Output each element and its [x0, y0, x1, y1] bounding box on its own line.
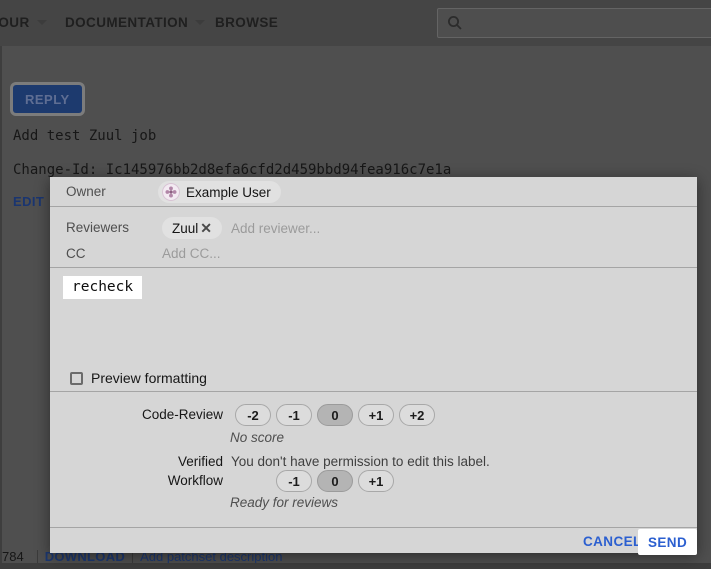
patch-number: 784 — [0, 549, 30, 564]
cancel-button[interactable]: CANCEL — [583, 534, 642, 549]
reply-dialog: Owner Example User Reviewers Zuul ✕ Add … — [50, 177, 697, 553]
avatar — [162, 183, 180, 201]
code-review-buttons: -2 -1 0 +1 +2 — [235, 404, 435, 426]
reviewer-chip: Zuul ✕ — [162, 217, 222, 239]
nav-item-documentation[interactable]: DOCUMENTATION — [65, 15, 205, 30]
vote-button-plus1[interactable]: +1 — [358, 404, 394, 426]
preview-formatting-label: Preview formatting — [91, 370, 207, 386]
preview-formatting-row: Preview formatting — [70, 370, 207, 386]
verified-label: Verified — [50, 454, 223, 469]
preview-formatting-checkbox[interactable] — [70, 372, 83, 385]
vote-button-minus1[interactable]: -1 — [276, 470, 312, 492]
remove-reviewer-icon[interactable]: ✕ — [200, 220, 212, 237]
vote-button-zero-selected[interactable]: 0 — [317, 404, 353, 426]
divider — [50, 206, 697, 207]
reply-button[interactable]: REPLY — [13, 85, 82, 113]
nav-item-documentation-label: DOCUMENTATION — [65, 15, 188, 30]
vote-button-plus2[interactable]: +2 — [399, 404, 435, 426]
workflow-label: Workflow — [50, 473, 223, 488]
divider — [50, 527, 697, 528]
top-nav-bar: YOUR DOCUMENTATION BROWSE — [0, 0, 711, 46]
vote-button-plus1[interactable]: +1 — [358, 470, 394, 492]
cc-label: CC — [66, 246, 86, 261]
search-input[interactable] — [437, 8, 711, 38]
code-review-label: Code-Review — [50, 407, 223, 422]
chevron-down-icon — [195, 20, 205, 25]
page-left-border — [0, 46, 2, 563]
verified-permission-message: You don't have permission to edit this l… — [231, 454, 490, 469]
nav-item-browse[interactable]: BROWSE — [215, 15, 278, 30]
divider — [50, 267, 697, 268]
commit-change-id: Change-Id: Ic145976bb2d8efa6cfd2d459bbd9… — [13, 162, 451, 178]
commit-subject: Add test Zuul job — [13, 128, 156, 144]
vote-button-minus2[interactable]: -2 — [235, 404, 271, 426]
nav-item-your[interactable]: YOUR — [0, 15, 47, 30]
send-button[interactable]: SEND — [638, 529, 697, 555]
add-reviewer-input[interactable]: Add reviewer... — [231, 221, 320, 236]
reviewers-label: Reviewers — [66, 220, 129, 235]
owner-chip-label: Example User — [186, 185, 271, 200]
code-review-hint: No score — [230, 430, 284, 445]
divider — [50, 391, 697, 392]
owner-label: Owner — [66, 184, 106, 199]
bottom-edge-strip — [0, 563, 711, 569]
workflow-hint: Ready for reviews — [230, 495, 338, 510]
vote-button-minus1[interactable]: -1 — [276, 404, 312, 426]
nav-item-your-label: YOUR — [0, 15, 30, 30]
add-cc-input[interactable]: Add CC... — [162, 246, 221, 261]
vote-button-zero-selected[interactable]: 0 — [317, 470, 353, 492]
edit-link[interactable]: EDIT — [13, 194, 44, 209]
divider — [37, 550, 38, 563]
comment-textarea[interactable]: recheck — [63, 276, 142, 299]
workflow-buttons: -1 0 +1 — [276, 470, 394, 492]
owner-chip: Example User — [158, 181, 281, 203]
reviewer-chip-label: Zuul — [172, 221, 198, 236]
nav-item-browse-label: BROWSE — [215, 15, 278, 30]
search-icon — [446, 14, 464, 32]
chevron-down-icon — [37, 20, 47, 25]
